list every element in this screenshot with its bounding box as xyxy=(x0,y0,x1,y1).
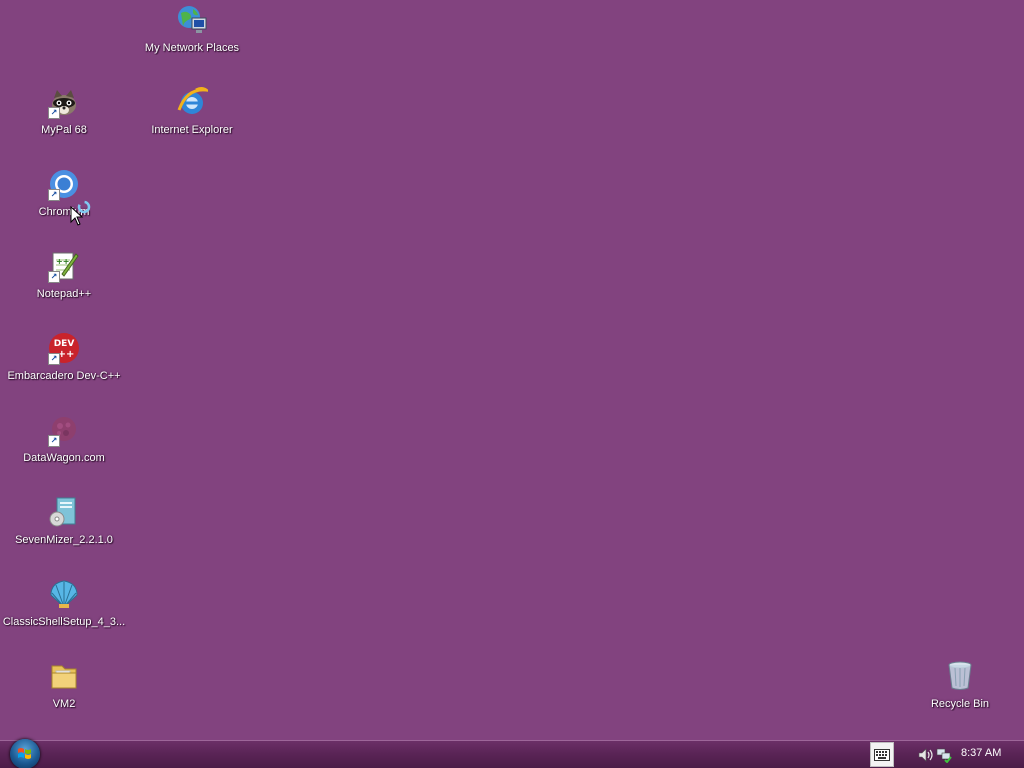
shortcut-arrow-icon: ↗ xyxy=(48,435,60,447)
desktop-icon-notepad-plus-plus[interactable]: ++ ↗ Notepad++ xyxy=(0,250,128,326)
desktop-icon-label: Chromium xyxy=(38,206,90,218)
mypal-raccoon-icon: ↗ xyxy=(48,86,80,119)
windows-start-orb-icon[interactable] xyxy=(10,739,40,768)
desktop-icon-label: ClassicShellSetup_4_3... xyxy=(2,616,126,628)
desktop-icon-label: Embarcadero Dev-C++ xyxy=(7,370,121,382)
taskbar: 8:37 AM xyxy=(0,739,1024,768)
desktop-icon-label: VM2 xyxy=(52,698,76,710)
svg-text:DEV: DEV xyxy=(54,339,75,349)
desktop-icon-label: Notepad++ xyxy=(36,288,92,300)
desktop-icon-my-network-places[interactable]: My Network Places xyxy=(128,4,256,80)
shortcut-arrow-icon: ↗ xyxy=(48,353,60,365)
internet-explorer-icon xyxy=(176,86,208,118)
desktop-icon-label: DataWagon.com xyxy=(23,452,105,464)
shortcut-arrow-icon: ↗ xyxy=(48,271,60,283)
desktop-icon-chromium[interactable]: ↗ Chromium xyxy=(0,168,128,244)
folder-icon xyxy=(48,660,80,692)
network-status-icon[interactable] xyxy=(936,747,952,763)
desktop-icon-datawagon[interactable]: ↗ DataWagon.com xyxy=(0,414,128,490)
shortcut-arrow-icon: ↗ xyxy=(48,189,60,201)
svg-text:++: ++ xyxy=(58,349,75,360)
desktop: My Network Places ↗ MyPal 68 Internet Ex… xyxy=(0,0,1024,740)
shortcut-arrow-icon: ↗ xyxy=(48,107,60,119)
classic-shell-icon xyxy=(48,578,80,610)
desktop-icon-internet-explorer[interactable]: Internet Explorer xyxy=(128,86,256,162)
desktop-icon-label: Recycle Bin xyxy=(930,698,990,710)
desktop-icon-sevenmizer[interactable]: SevenMizer_2.2.1.0 xyxy=(0,496,128,572)
system-tray: 8:37 AM xyxy=(870,741,1024,768)
datawagon-icon: ↗ xyxy=(48,414,80,447)
desktop-icon-recycle-bin[interactable]: Recycle Bin xyxy=(896,660,1024,736)
desktop-icon-classicshell[interactable]: ClassicShellSetup_4_3... xyxy=(0,578,128,654)
chromium-icon: ↗ xyxy=(48,168,80,201)
desktop-icon-vm2[interactable]: VM2 xyxy=(0,660,128,736)
taskbar-clock[interactable]: 8:37 AM xyxy=(961,747,1001,759)
desktop-icon-mypal[interactable]: ↗ MyPal 68 xyxy=(0,86,128,162)
desktop-icon-label: MyPal 68 xyxy=(41,124,87,136)
desktop-icon-dev-cpp[interactable]: DEV ++ ↗ Embarcadero Dev-C++ xyxy=(0,332,128,408)
desktop-icon-label: Internet Explorer xyxy=(151,124,233,136)
desktop-icon-label: SevenMizer_2.2.1.0 xyxy=(15,534,113,546)
svg-text:++: ++ xyxy=(56,257,69,266)
on-screen-keyboard-icon[interactable] xyxy=(870,742,894,767)
speaker-volume-icon[interactable] xyxy=(918,748,934,762)
notepad-plus-plus-icon: ++ ↗ xyxy=(48,250,80,283)
sevenmizer-installer-icon xyxy=(48,496,80,528)
network-places-icon xyxy=(176,4,208,36)
desktop-icon-label: My Network Places xyxy=(144,42,240,54)
dev-cpp-icon: DEV ++ ↗ xyxy=(48,332,80,365)
mouse-pointer-icon xyxy=(70,206,84,226)
recycle-bin-icon xyxy=(944,660,976,692)
